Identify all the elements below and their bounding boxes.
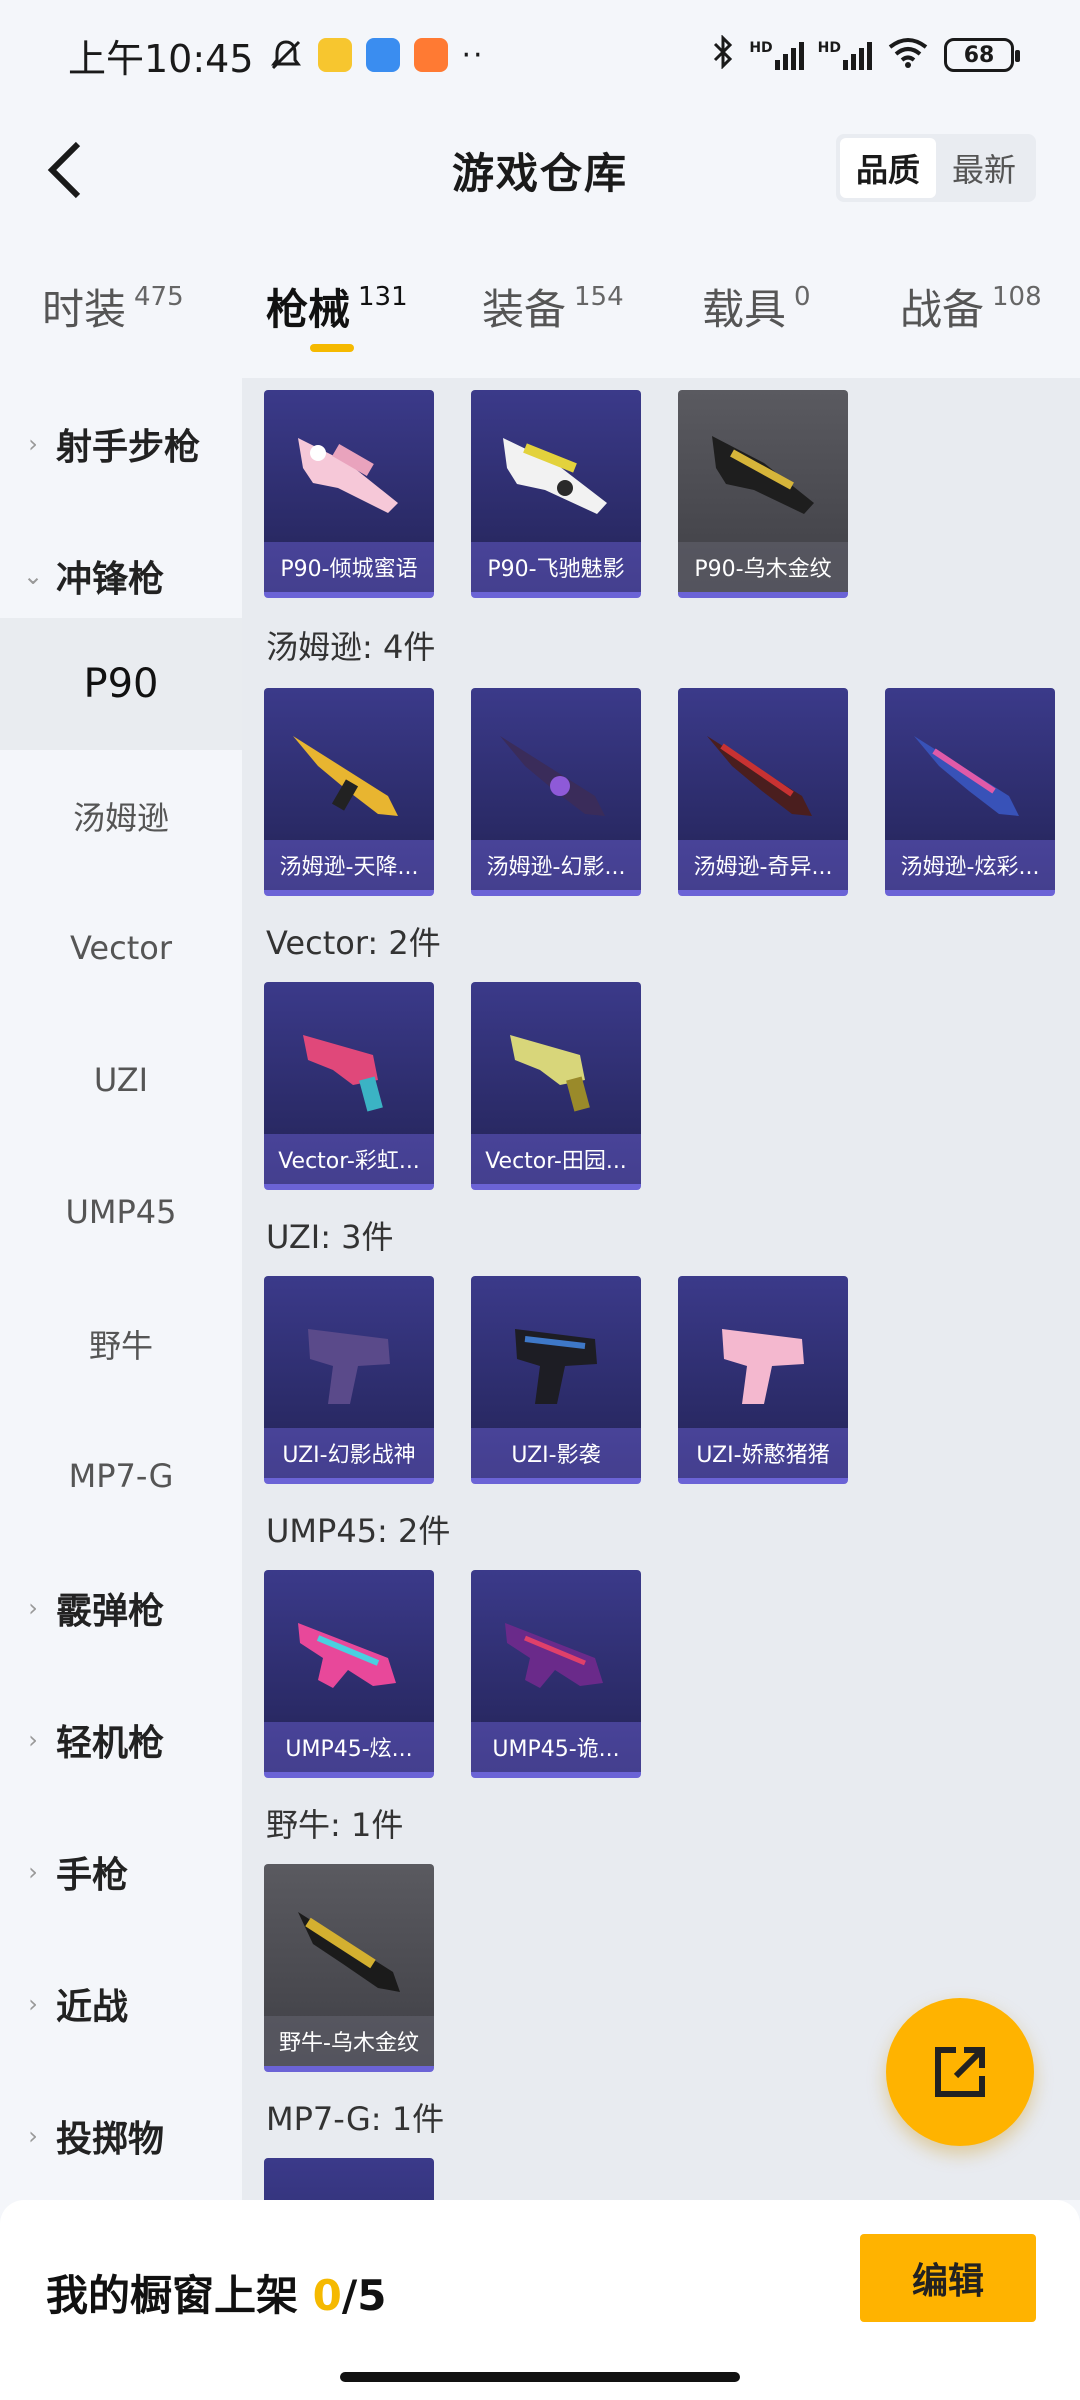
chevron-right-icon: › [28,1990,38,2018]
sidebar-item-ump45[interactable]: UMP45 [0,1146,242,1278]
weapon-grid: P90-倾城蜜语 P90-飞驰魅影 P90-乌木金纹 汤姆逊: 4件 汤姆逊-天… [242,378,1080,2200]
sort-toggle: 品质 最新 [835,134,1036,202]
app-notification-icon [317,38,352,72]
group-title-bizon: 野牛: 1件 [266,1806,404,1844]
bizon-skin-image [298,1912,400,1992]
vector-skin-image [510,1035,590,1112]
p90-skin-image [503,438,607,514]
thompson-skin-image [914,736,1019,816]
sidebar-group-lmg[interactable]: › 轻机枪 [0,1674,242,1806]
item-card[interactable]: UZI-影袭 [471,1276,641,1484]
status-time: 上午10:45 [68,36,254,81]
item-card[interactable]: 野牛-乌木金纹 [264,1864,434,2072]
thompson-skin-image [293,736,398,816]
tab-weapons[interactable]: 枪械 131 [266,276,408,337]
back-button[interactable] [28,134,100,206]
ump45-skin-image [505,1623,603,1688]
chevron-right-icon: › [28,2122,38,2150]
item-card[interactable]: Vector-彩虹... [264,982,434,1190]
back-arrow-icon [47,141,81,199]
vector-skin-image [303,1035,383,1112]
item-card[interactable]: UZI-娇憨猪猪 [678,1276,848,1484]
sidebar-group-pistol[interactable]: › 手枪 [0,1806,242,1938]
chevron-right-icon: › [28,1858,38,1886]
item-card[interactable]: P90-倾城蜜语 [264,390,434,598]
shop-notification-icon [413,38,448,72]
item-card[interactable]: 汤姆逊-炫彩... [885,688,1055,896]
home-indicator[interactable] [340,2372,740,2382]
item-card[interactable]: Vector-田园... [471,982,641,1190]
sidebar-group-melee[interactable]: › 近战 [0,1938,242,2070]
group-title-thompson: 汤姆逊: 4件 [266,628,436,666]
sidebar-group-shotgun[interactable]: › 霰弹枪 [0,1542,242,1674]
group-title-ump45: UMP45: 2件 [266,1512,451,1550]
thompson-skin-image [707,736,812,816]
showcase-status: 我的橱窗上架 0/5 [46,2271,387,2320]
share-fab-button[interactable] [886,1998,1034,2146]
edit-button[interactable]: 编辑 [860,2234,1036,2322]
uzi-skin-image [722,1329,804,1404]
chevron-right-icon: › [28,1594,38,1622]
chevron-right-icon: › [28,430,38,458]
showcase-current-count: 0 [312,2271,342,2320]
sidebar-item-bizon[interactable]: 野牛 [0,1278,242,1410]
showcase-total-count: /5 [341,2271,387,2320]
chevron-down-icon: ⌄ [22,562,44,590]
sort-quality-button[interactable]: 品质 [839,138,936,198]
ump45-skin-image [298,1623,396,1688]
item-card[interactable]: 汤姆逊-幻影... [471,688,641,896]
item-card[interactable]: P90-乌木金纹 [678,390,848,598]
active-tab-indicator [310,344,354,352]
wifi-icon [886,35,930,76]
group-title-vector: Vector: 2件 [266,924,441,962]
header-bar: 游戏仓库 品质 最新 [0,110,1080,230]
item-card[interactable]: UMP45-诡... [471,1570,641,1778]
sort-newest-button[interactable]: 最新 [936,138,1032,198]
category-tabs: 时装 475 枪械 131 装备 154 载具 0 战备 108 [0,262,1080,372]
signal-icon-2: HD [818,40,872,70]
p90-skin-image [712,436,814,514]
sidebar-group-throwable[interactable]: › 投掷物 [0,2070,242,2202]
mute-bell-icon [268,37,304,73]
sidebar-item-p90[interactable]: P90 [0,618,242,750]
uzi-skin-image [515,1329,597,1404]
battery-indicator: 68 [944,38,1020,72]
bluetooth-icon [711,33,735,76]
sidebar-item-vector[interactable]: Vector [0,882,242,1014]
item-card[interactable]: P90-飞驰魅影 [471,390,641,598]
more-notifications-icon: ·· [461,37,485,73]
wallet-notification-icon [365,38,400,72]
tab-supplies[interactable]: 战备 108 [900,276,1042,337]
status-bar: 上午10:45 ·· HD HD 68 [0,0,1080,110]
group-title-uzi: UZI: 3件 [266,1218,394,1256]
tab-fashion[interactable]: 时装 475 [42,276,184,337]
item-card[interactable] [264,2158,434,2200]
item-card[interactable]: UMP45-炫... [264,1570,434,1778]
bottom-bar: 我的橱窗上架 0/5 编辑 [0,2200,1080,2400]
page-title: 游戏仓库 [451,148,628,198]
item-card[interactable]: 汤姆逊-天降... [264,688,434,896]
tab-vehicles[interactable]: 载具 0 [702,276,811,337]
tab-equipment[interactable]: 装备 154 [482,276,624,337]
weapon-category-sidebar: › 射手步枪 ⌄ 冲锋枪 P90 汤姆逊 Vector UZI UMP45 野牛 M… [0,378,242,2200]
thompson-skin-image [500,736,605,816]
p90-skin-image [298,438,398,513]
sidebar-item-thompson[interactable]: 汤姆逊 [0,750,242,882]
external-link-icon [935,2047,985,2097]
uzi-skin-image [308,1329,390,1404]
item-card[interactable]: 汤姆逊-奇异... [678,688,848,896]
item-card[interactable]: UZI-幻影战神 [264,1276,434,1484]
sidebar-item-mp7g[interactable]: MP7-G [0,1410,242,1542]
sidebar-item-uzi[interactable]: UZI [0,1014,242,1146]
signal-icon: HD [749,40,804,70]
group-title-mp7g: MP7-G: 1件 [266,2100,445,2138]
sidebar-group-marksman[interactable]: › 射手步枪 [0,378,242,510]
chevron-right-icon: › [28,1726,38,1754]
